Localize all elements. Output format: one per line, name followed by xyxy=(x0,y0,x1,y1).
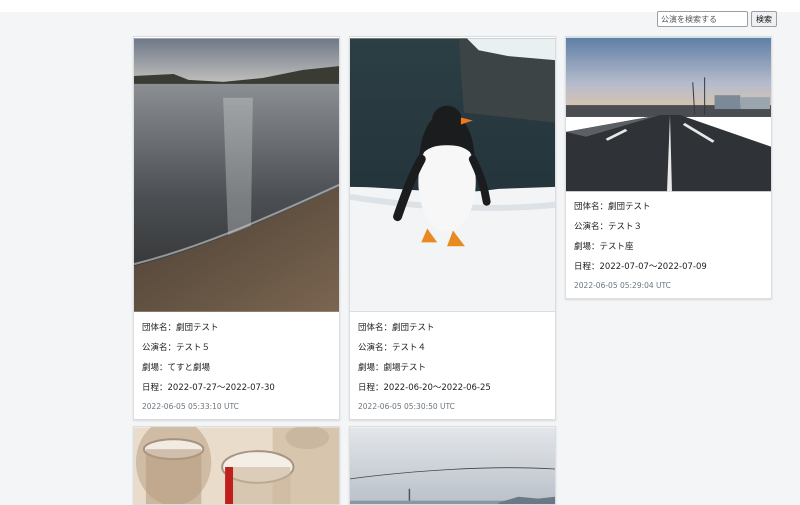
timestamp: 2022-06-05 05:30:50 UTC xyxy=(358,402,455,411)
performance-name: 公演名：テスト３ xyxy=(574,222,643,232)
search-form: 検索 xyxy=(657,11,777,27)
performance-card[interactable] xyxy=(133,426,340,505)
theater-name: 劇場：テスト座 xyxy=(574,242,634,252)
troupe-name: 団体名：劇団テスト xyxy=(574,202,651,212)
performance-card[interactable]: 団体名：劇団テスト 公演名：テスト３ 劇場：テスト座 日程：2022-07-07… xyxy=(565,36,772,299)
timestamp: 2022-06-05 05:29:04 UTC xyxy=(574,281,671,290)
search-button[interactable]: 検索 xyxy=(751,11,777,27)
card-photo-glasses-on-table xyxy=(134,427,339,504)
card-photo-beach-sunset xyxy=(134,38,339,312)
card-photo-cloudy-sky-powerlines xyxy=(350,427,555,504)
performance-card[interactable] xyxy=(349,426,556,505)
search-input[interactable] xyxy=(657,11,748,27)
performance-name: 公演名：テスト５ xyxy=(142,343,211,353)
performance-card[interactable]: 団体名：劇団テスト 公演名：テスト５ 劇場：てすと劇場 日程：2022-07-2… xyxy=(133,36,340,420)
card-photo-road-at-dusk xyxy=(566,37,771,192)
schedule: 日程：2022-07-27〜2022-07-30 xyxy=(142,383,275,393)
performance-card[interactable]: 団体名：劇団テスト 公演名：テスト４ 劇場：劇場テスト 日程：2022-06-2… xyxy=(349,36,556,420)
page: 検索 xyxy=(0,0,800,505)
performance-name: 公演名：テスト４ xyxy=(358,343,427,353)
theater-name: 劇場：てすと劇場 xyxy=(142,363,211,373)
troupe-name: 団体名：劇団テスト xyxy=(358,323,435,333)
theater-name: 劇場：劇場テスト xyxy=(358,363,427,373)
timestamp: 2022-06-05 05:33:10 UTC xyxy=(142,402,239,411)
schedule: 日程：2022-06-20〜2022-06-25 xyxy=(358,383,491,393)
schedule: 日程：2022-07-07〜2022-07-09 xyxy=(574,262,707,272)
troupe-name: 団体名：劇団テスト xyxy=(142,323,219,333)
card-photo-penguin-on-snow xyxy=(350,38,555,312)
